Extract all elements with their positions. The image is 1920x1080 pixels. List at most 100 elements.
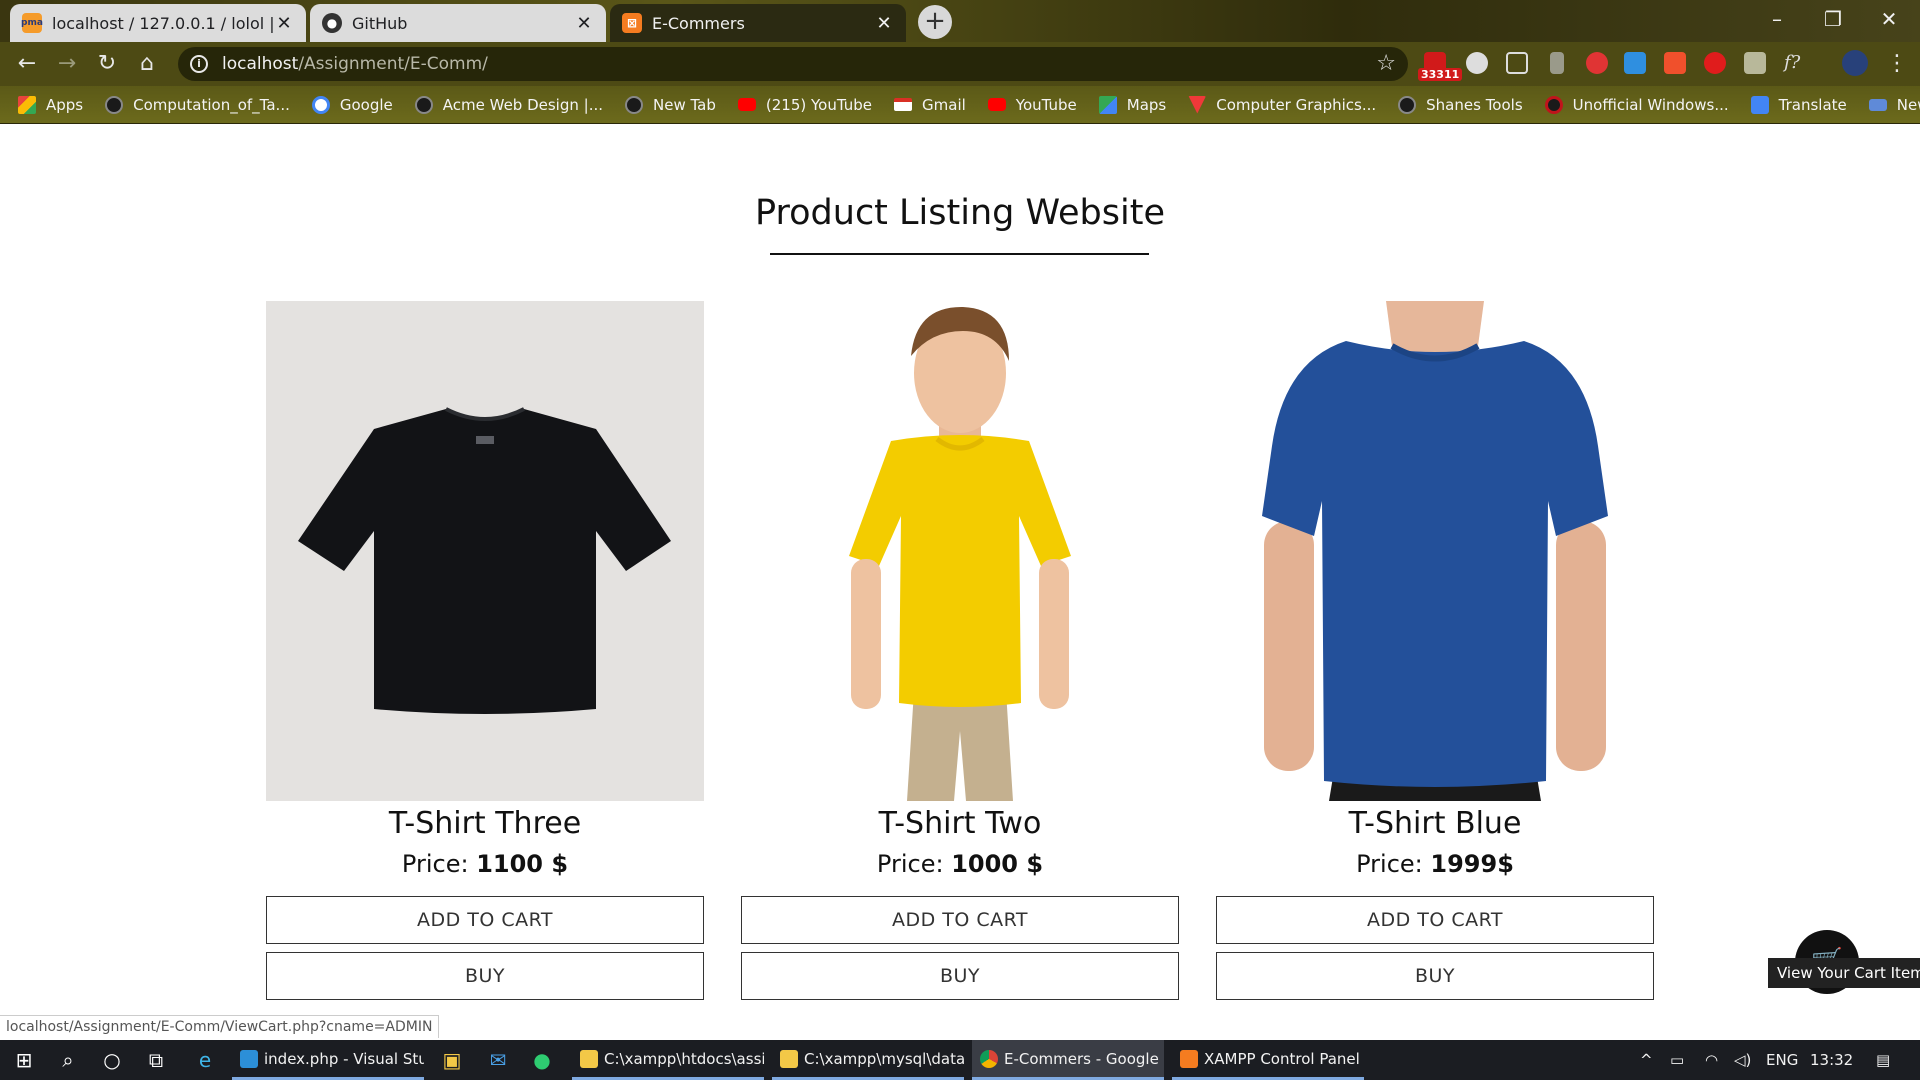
- windows-icon: [1544, 95, 1563, 114]
- taskbar-app-xampp[interactable]: XAMPP Control Panel ...: [1172, 1040, 1364, 1080]
- add-to-cart-button[interactable]: ADD TO CART: [266, 896, 704, 944]
- menu-icon[interactable]: ⋮: [1882, 49, 1912, 79]
- tab-e-commers[interactable]: ⊠ E-Commers ✕: [610, 4, 906, 42]
- downloader-extension-icon[interactable]: [1624, 52, 1646, 74]
- tab-github[interactable]: ● GitHub ✕: [310, 4, 606, 42]
- product-name: T-Shirt Three: [388, 806, 582, 841]
- product-price: Price: 1999$: [1216, 846, 1654, 882]
- volume-icon[interactable]: ◁): [1734, 1040, 1751, 1080]
- browser-toolbar: ← → ↻ ⌂ i localhost/Assignment/E-Comm/ ☆…: [0, 42, 1920, 86]
- chrome-icon: [980, 1049, 998, 1068]
- bookmark-label: Translate: [1778, 95, 1847, 114]
- new-tab-button[interactable]: +: [918, 5, 952, 39]
- tab-title: GitHub: [352, 13, 408, 33]
- profile-avatar[interactable]: [1842, 50, 1868, 76]
- notifications-icon[interactable]: ▤: [1876, 1040, 1890, 1080]
- black-tshirt-image: [298, 407, 671, 714]
- product-image[interactable]: [266, 301, 704, 801]
- bookmark-youtube-215[interactable]: (215) YouTube: [737, 96, 872, 114]
- pokeball-extension-icon[interactable]: [1586, 52, 1608, 74]
- buy-button[interactable]: BUY: [1216, 952, 1654, 1000]
- bookmark-label: Unofficial Windows...: [1572, 95, 1729, 114]
- formula-extension-icon[interactable]: f?: [1784, 52, 1806, 74]
- minimize-icon[interactable]: –: [1752, 4, 1802, 34]
- taskbar-app-label: C:\xampp\mysql\data: [804, 1049, 964, 1068]
- page-title: Product Listing Website: [755, 193, 1165, 233]
- reload-icon[interactable]: ↻: [92, 49, 122, 79]
- folder-icon: [780, 1049, 798, 1068]
- price-label: Price:: [1356, 850, 1423, 878]
- taskbar-app-chrome[interactable]: E-Commers - Google ...: [972, 1040, 1164, 1080]
- taskbar-app-label: XAMPP Control Panel ...: [1204, 1049, 1364, 1068]
- bookmark-news[interactable]: News: [1868, 96, 1920, 114]
- bookmark-gmail[interactable]: Gmail: [894, 96, 966, 114]
- extension-icon[interactable]: [1744, 52, 1766, 74]
- info-icon[interactable]: i: [190, 55, 208, 73]
- forward-icon[interactable]: →: [52, 49, 82, 79]
- product-image[interactable]: [1216, 301, 1654, 801]
- close-tab-icon[interactable]: ✕: [574, 13, 594, 34]
- edge-icon[interactable]: e: [193, 1048, 217, 1072]
- close-tab-icon[interactable]: ✕: [274, 13, 294, 34]
- bookmark-acme[interactable]: Acme Web Design |...: [414, 95, 604, 114]
- close-window-icon[interactable]: ✕: [1864, 4, 1914, 34]
- search-icon[interactable]: ⌕: [56, 1048, 80, 1072]
- man-blue-tshirt-image: [1262, 301, 1608, 801]
- translate-extension-icon[interactable]: [1664, 52, 1686, 74]
- battery-icon[interactable]: ▭: [1670, 1040, 1684, 1080]
- wifi-icon[interactable]: ◠: [1705, 1040, 1718, 1080]
- taskbar-app-vscode[interactable]: index.php - Visual Stu...: [232, 1040, 424, 1080]
- taskbar-app-explorer-htdocs[interactable]: C:\xampp\htdocs\assi...: [572, 1040, 764, 1080]
- mail-icon[interactable]: ✉: [486, 1048, 510, 1072]
- download-extension-icon[interactable]: [1550, 52, 1564, 74]
- add-to-cart-button[interactable]: ADD TO CART: [741, 896, 1179, 944]
- bookmark-google[interactable]: Google: [311, 95, 393, 114]
- store-icon[interactable]: ▣: [440, 1048, 464, 1072]
- price-label: Price:: [876, 850, 944, 878]
- bookmark-shanes-tools[interactable]: Shanes Tools: [1398, 95, 1523, 114]
- bookmark-label: Apps: [46, 95, 84, 114]
- extension-badge: 33311: [1418, 68, 1463, 81]
- restore-icon[interactable]: ❐: [1808, 4, 1858, 34]
- lastpass-extension-icon[interactable]: [1704, 52, 1726, 74]
- bookmarks-bar: Apps Computation_of_Ta... Google Acme We…: [0, 86, 1920, 124]
- tab-phpmyadmin[interactable]: pma localhost / 127.0.0.1 / lolol | phpM…: [10, 4, 306, 42]
- taskbar-app-label: C:\xampp\htdocs\assi...: [604, 1049, 764, 1068]
- windows-start-icon[interactable]: ⊞: [12, 1048, 36, 1072]
- taskbar-app-explorer-mysql[interactable]: C:\xampp\mysql\data: [772, 1040, 964, 1080]
- maps-pin-icon[interactable]: ●: [530, 1048, 554, 1072]
- cart-tooltip: View Your Cart Item: [1768, 958, 1920, 988]
- buy-button[interactable]: BUY: [266, 952, 704, 1000]
- input-language[interactable]: ENG: [1766, 1040, 1798, 1080]
- bookmark-label: New Tab: [653, 95, 716, 114]
- tab-strip: pma localhost / 127.0.0.1 / lolol | phpM…: [0, 0, 1920, 42]
- bookmark-youtube[interactable]: YouTube: [987, 96, 1077, 114]
- bookmark-new-tab[interactable]: New Tab: [625, 95, 716, 114]
- clock-time[interactable]: 13:32: [1810, 1040, 1853, 1080]
- home-icon[interactable]: ⌂: [132, 49, 162, 79]
- back-icon[interactable]: ←: [12, 49, 42, 79]
- product-name: T-Shirt Two: [878, 806, 1042, 841]
- translate-icon: [1750, 95, 1769, 114]
- bookmark-star-icon[interactable]: ☆: [1376, 51, 1396, 76]
- incognito-extension-icon[interactable]: [1466, 52, 1488, 74]
- product-image[interactable]: [741, 301, 1179, 801]
- cortana-icon[interactable]: ○: [100, 1048, 124, 1072]
- bookmark-maps[interactable]: Maps: [1098, 95, 1166, 114]
- globe-icon: [414, 95, 433, 114]
- globe-icon: [105, 95, 124, 114]
- bookmark-computer-graphics[interactable]: Computer Graphics...: [1188, 95, 1376, 114]
- bookmark-computation[interactable]: Computation_of_Ta...: [105, 95, 290, 114]
- product-card: T-Shirt Blue Price: 1999$ ADD TO CART BU…: [1216, 301, 1654, 1000]
- bookmark-unofficial-windows[interactable]: Unofficial Windows...: [1544, 95, 1729, 114]
- cb-extension-icon[interactable]: [1506, 52, 1528, 74]
- address-bar[interactable]: i localhost/Assignment/E-Comm/ ☆: [178, 47, 1408, 81]
- close-tab-icon[interactable]: ✕: [874, 13, 894, 34]
- bookmark-apps[interactable]: Apps: [18, 95, 84, 114]
- task-view-icon[interactable]: ⧉: [144, 1048, 168, 1072]
- bookmark-translate[interactable]: Translate: [1750, 95, 1847, 114]
- tray-expand-icon[interactable]: ^: [1640, 1040, 1653, 1080]
- buy-button[interactable]: BUY: [741, 952, 1179, 1000]
- bookmark-label: Acme Web Design |...: [442, 95, 604, 114]
- add-to-cart-button[interactable]: ADD TO CART: [1216, 896, 1654, 944]
